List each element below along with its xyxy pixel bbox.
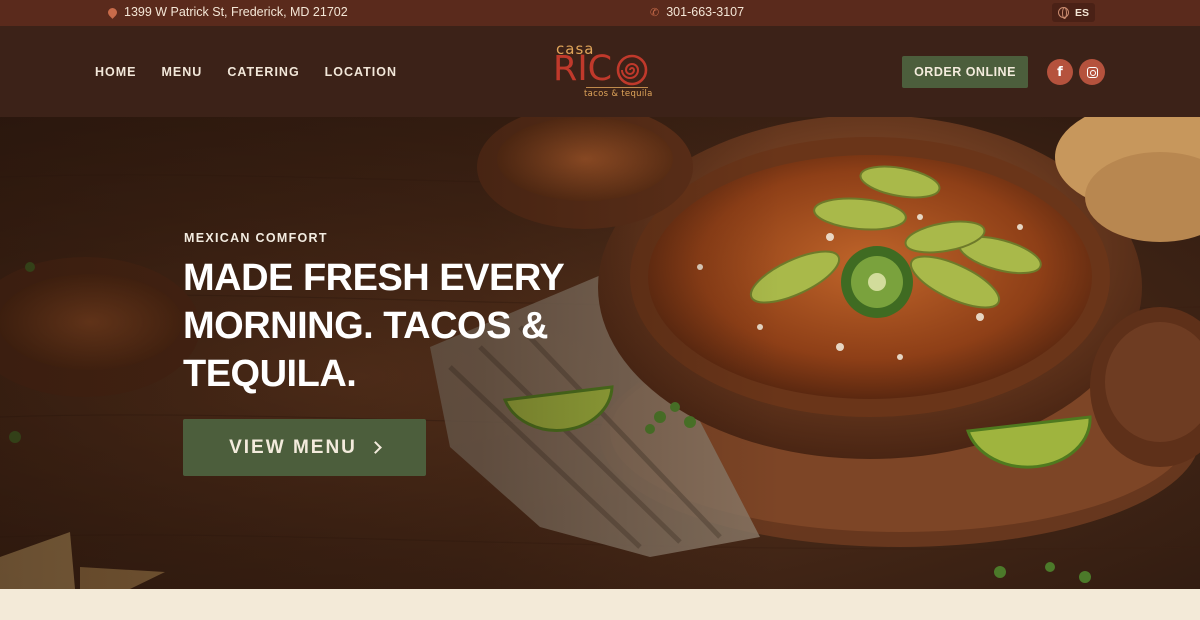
view-menu-label: VIEW MENU [229,436,357,458]
nav-item-location[interactable]: LOCATION [325,65,397,79]
logo-tagline: tacos & tequila [584,89,653,99]
view-menu-button[interactable]: VIEW MENU [183,419,426,476]
nav-item-catering[interactable]: CATERING [227,65,299,79]
top-info-bar: 1399 W Patrick St, Frederick, MD 21702 ✆… [0,0,1200,26]
logo-swirl-icon [616,54,648,86]
phone-text: 301-663-3107 [666,5,745,19]
site-logo[interactable]: casa RIC tacos & tequila [553,40,653,102]
language-label: ES [1075,6,1090,19]
globe-icon [1058,7,1069,19]
nav-item-menu[interactable]: MENU [162,65,203,79]
main-nav: HOME MENU CATERING LOCATION [95,65,397,79]
hero-eyebrow: MEXICAN COMFORT [184,231,328,245]
instagram-icon[interactable] [1079,59,1105,85]
logo-rico: RIC [553,49,613,89]
phone[interactable]: ✆ 301-663-3107 [650,5,744,19]
language-switcher[interactable]: ES [1052,3,1096,22]
facebook-icon[interactable]: f [1047,59,1073,85]
hero-overlay [0,117,1200,589]
content-section-top [0,589,1200,620]
chevron-right-icon [369,441,382,454]
logo-rule [586,87,648,88]
map-pin-icon [106,5,119,19]
address-text: 1399 W Patrick St, Frederick, MD 21702 [124,5,348,19]
instagram-glyph [1086,66,1098,78]
order-online-button[interactable]: ORDER ONLINE [902,56,1028,88]
nav-item-home[interactable]: HOME [95,65,137,79]
site-header: HOME MENU CATERING LOCATION casa RIC tac… [0,26,1200,117]
phone-icon: ✆ [650,6,660,19]
hero-headline: MADE FRESH EVERY MORNING. TACOS & TEQUIL… [183,257,564,395]
hero-section: MEXICAN COMFORT MADE FRESH EVERY MORNING… [0,117,1200,589]
address[interactable]: 1399 W Patrick St, Frederick, MD 21702 [106,5,348,19]
